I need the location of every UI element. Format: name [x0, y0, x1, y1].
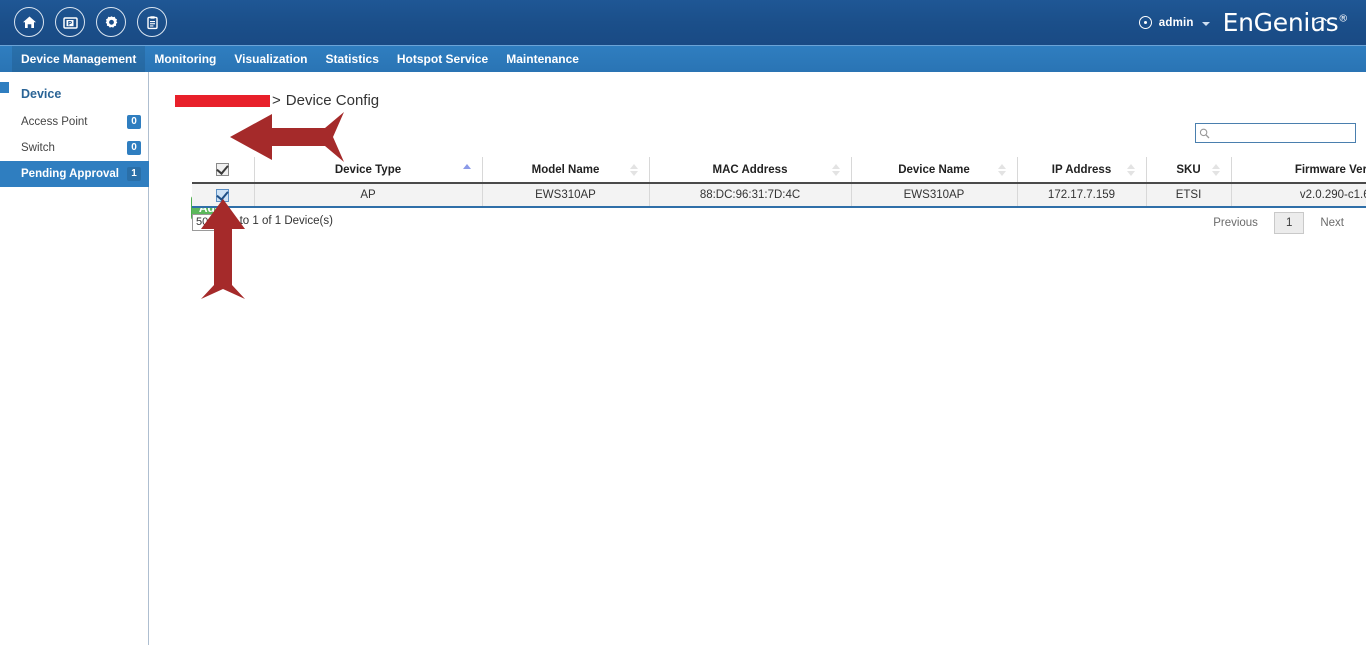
chevron-down-icon[interactable]: [1202, 22, 1210, 26]
user-avatar-icon: [1139, 16, 1152, 29]
sort-toggle-icon[interactable]: [998, 164, 1007, 176]
showing-entries-text: 1 to 1 of 1 Device(s): [230, 215, 333, 227]
cell-device-name: EWS310AP: [851, 183, 1017, 207]
cell-model-name: EWS310AP: [482, 183, 649, 207]
brand-registered-mark: ®: [1338, 14, 1348, 25]
main-nav-bar: Device Management Monitoring Visualizati…: [0, 45, 1366, 72]
sidebar-item-label: Switch: [21, 142, 55, 154]
sidebar-item-label: Access Point: [21, 116, 87, 128]
column-header-sku[interactable]: SKU: [1146, 157, 1231, 183]
column-header-device-name[interactable]: Device Name: [851, 157, 1017, 183]
search-icon: [1196, 128, 1213, 139]
annotation-arrow-left: [230, 112, 344, 162]
column-label: SKU: [1176, 164, 1200, 176]
breadcrumb: > Device Config: [175, 92, 379, 109]
column-label: Model Name: [532, 164, 600, 176]
cell-sku: ETSI: [1146, 183, 1231, 207]
svg-text:P: P: [67, 20, 72, 27]
clipboard-icon[interactable]: [137, 7, 167, 37]
sidebar-item-switch[interactable]: Switch 0: [0, 135, 149, 161]
sort-toggle-icon[interactable]: [832, 164, 841, 176]
engenius-logo: EnGenius®: [1223, 10, 1348, 35]
column-header-ip-address[interactable]: IP Address: [1017, 157, 1146, 183]
wifi-arc-icon: [1312, 3, 1328, 28]
breadcrumb-current: Device Config: [286, 92, 379, 109]
nav-item-visualization[interactable]: Visualization: [225, 46, 316, 72]
redacted-breadcrumb-segment: [175, 95, 270, 107]
nav-item-monitoring[interactable]: Monitoring: [145, 46, 225, 72]
cell-device-type: AP: [254, 183, 482, 207]
sidebar-item-pending-approval[interactable]: Pending Approval 1: [0, 161, 149, 187]
table-footer: 50 1 to 1 of 1 Device(s) Previous 1 Next: [192, 212, 1354, 238]
column-header-model-name[interactable]: Model Name: [482, 157, 649, 183]
select-all-checkbox[interactable]: [216, 163, 229, 176]
breadcrumb-separator: >: [272, 92, 281, 109]
top-bar-icon-group: P: [14, 7, 167, 37]
cell-ip-address: 172.17.7.159: [1017, 183, 1146, 207]
page-number-button[interactable]: 1: [1274, 212, 1304, 234]
sidebar-item-badge: 1: [127, 167, 141, 181]
search-box[interactable]: [1195, 123, 1356, 143]
nav-item-maintenance[interactable]: Maintenance: [497, 46, 588, 72]
sidebar-item-badge: 0: [127, 141, 141, 155]
sidebar-item-label: Pending Approval: [21, 168, 119, 180]
table-row[interactable]: AP EWS310AP 88:DC:96:31:7D:4C EWS310AP 1…: [192, 183, 1366, 207]
sidebar-item-badge: 0: [127, 115, 141, 129]
sort-toggle-icon[interactable]: [1212, 164, 1221, 176]
home-icon[interactable]: [14, 7, 44, 37]
device-window-icon[interactable]: P: [55, 7, 85, 37]
device-table: Device Type Model Name MAC Address Devic…: [192, 157, 1366, 208]
column-label: MAC Address: [713, 164, 788, 176]
account-area: admin EnGenius®: [1139, 0, 1348, 45]
previous-page-button[interactable]: Previous: [1203, 213, 1268, 233]
column-label: Device Type: [335, 164, 401, 176]
sidebar: Device Access Point 0 Switch 0 Pending A…: [0, 72, 149, 645]
device-table-wrapper: Device Type Model Name MAC Address Devic…: [192, 157, 1354, 208]
column-label: IP Address: [1052, 164, 1111, 176]
sidebar-group-title: Device: [21, 87, 61, 101]
sort-toggle-icon[interactable]: [1127, 164, 1136, 176]
cell-mac-address: 88:DC:96:31:7D:4C: [649, 183, 851, 207]
cell-firmware-version: v2.0.290-c1.6.23: [1231, 183, 1366, 207]
column-header-mac-address[interactable]: MAC Address: [649, 157, 851, 183]
table-header-row: Device Type Model Name MAC Address Devic…: [192, 157, 1366, 183]
column-label: Device Name: [898, 164, 970, 176]
nav-item-hotspot-service[interactable]: Hotspot Service: [388, 46, 497, 72]
nav-item-device-management[interactable]: Device Management: [12, 46, 145, 72]
pagination: Previous 1 Next: [1203, 212, 1354, 234]
sort-ascending-icon[interactable]: [463, 164, 472, 176]
next-page-button[interactable]: Next: [1310, 213, 1354, 233]
search-input[interactable]: [1213, 127, 1355, 139]
sidebar-item-access-point[interactable]: Access Point 0: [0, 109, 149, 135]
gear-icon[interactable]: [96, 7, 126, 37]
top-bar: P admin: [0, 0, 1366, 45]
column-label: Firmware Version: [1295, 164, 1366, 176]
sidebar-group-marker: [0, 82, 9, 93]
nav-item-statistics[interactable]: Statistics: [317, 46, 388, 72]
column-header-firmware-version[interactable]: Firmware Version: [1231, 157, 1366, 183]
annotation-arrow-up: [201, 199, 245, 299]
admin-username[interactable]: admin: [1159, 17, 1194, 29]
sort-toggle-icon[interactable]: [630, 164, 639, 176]
